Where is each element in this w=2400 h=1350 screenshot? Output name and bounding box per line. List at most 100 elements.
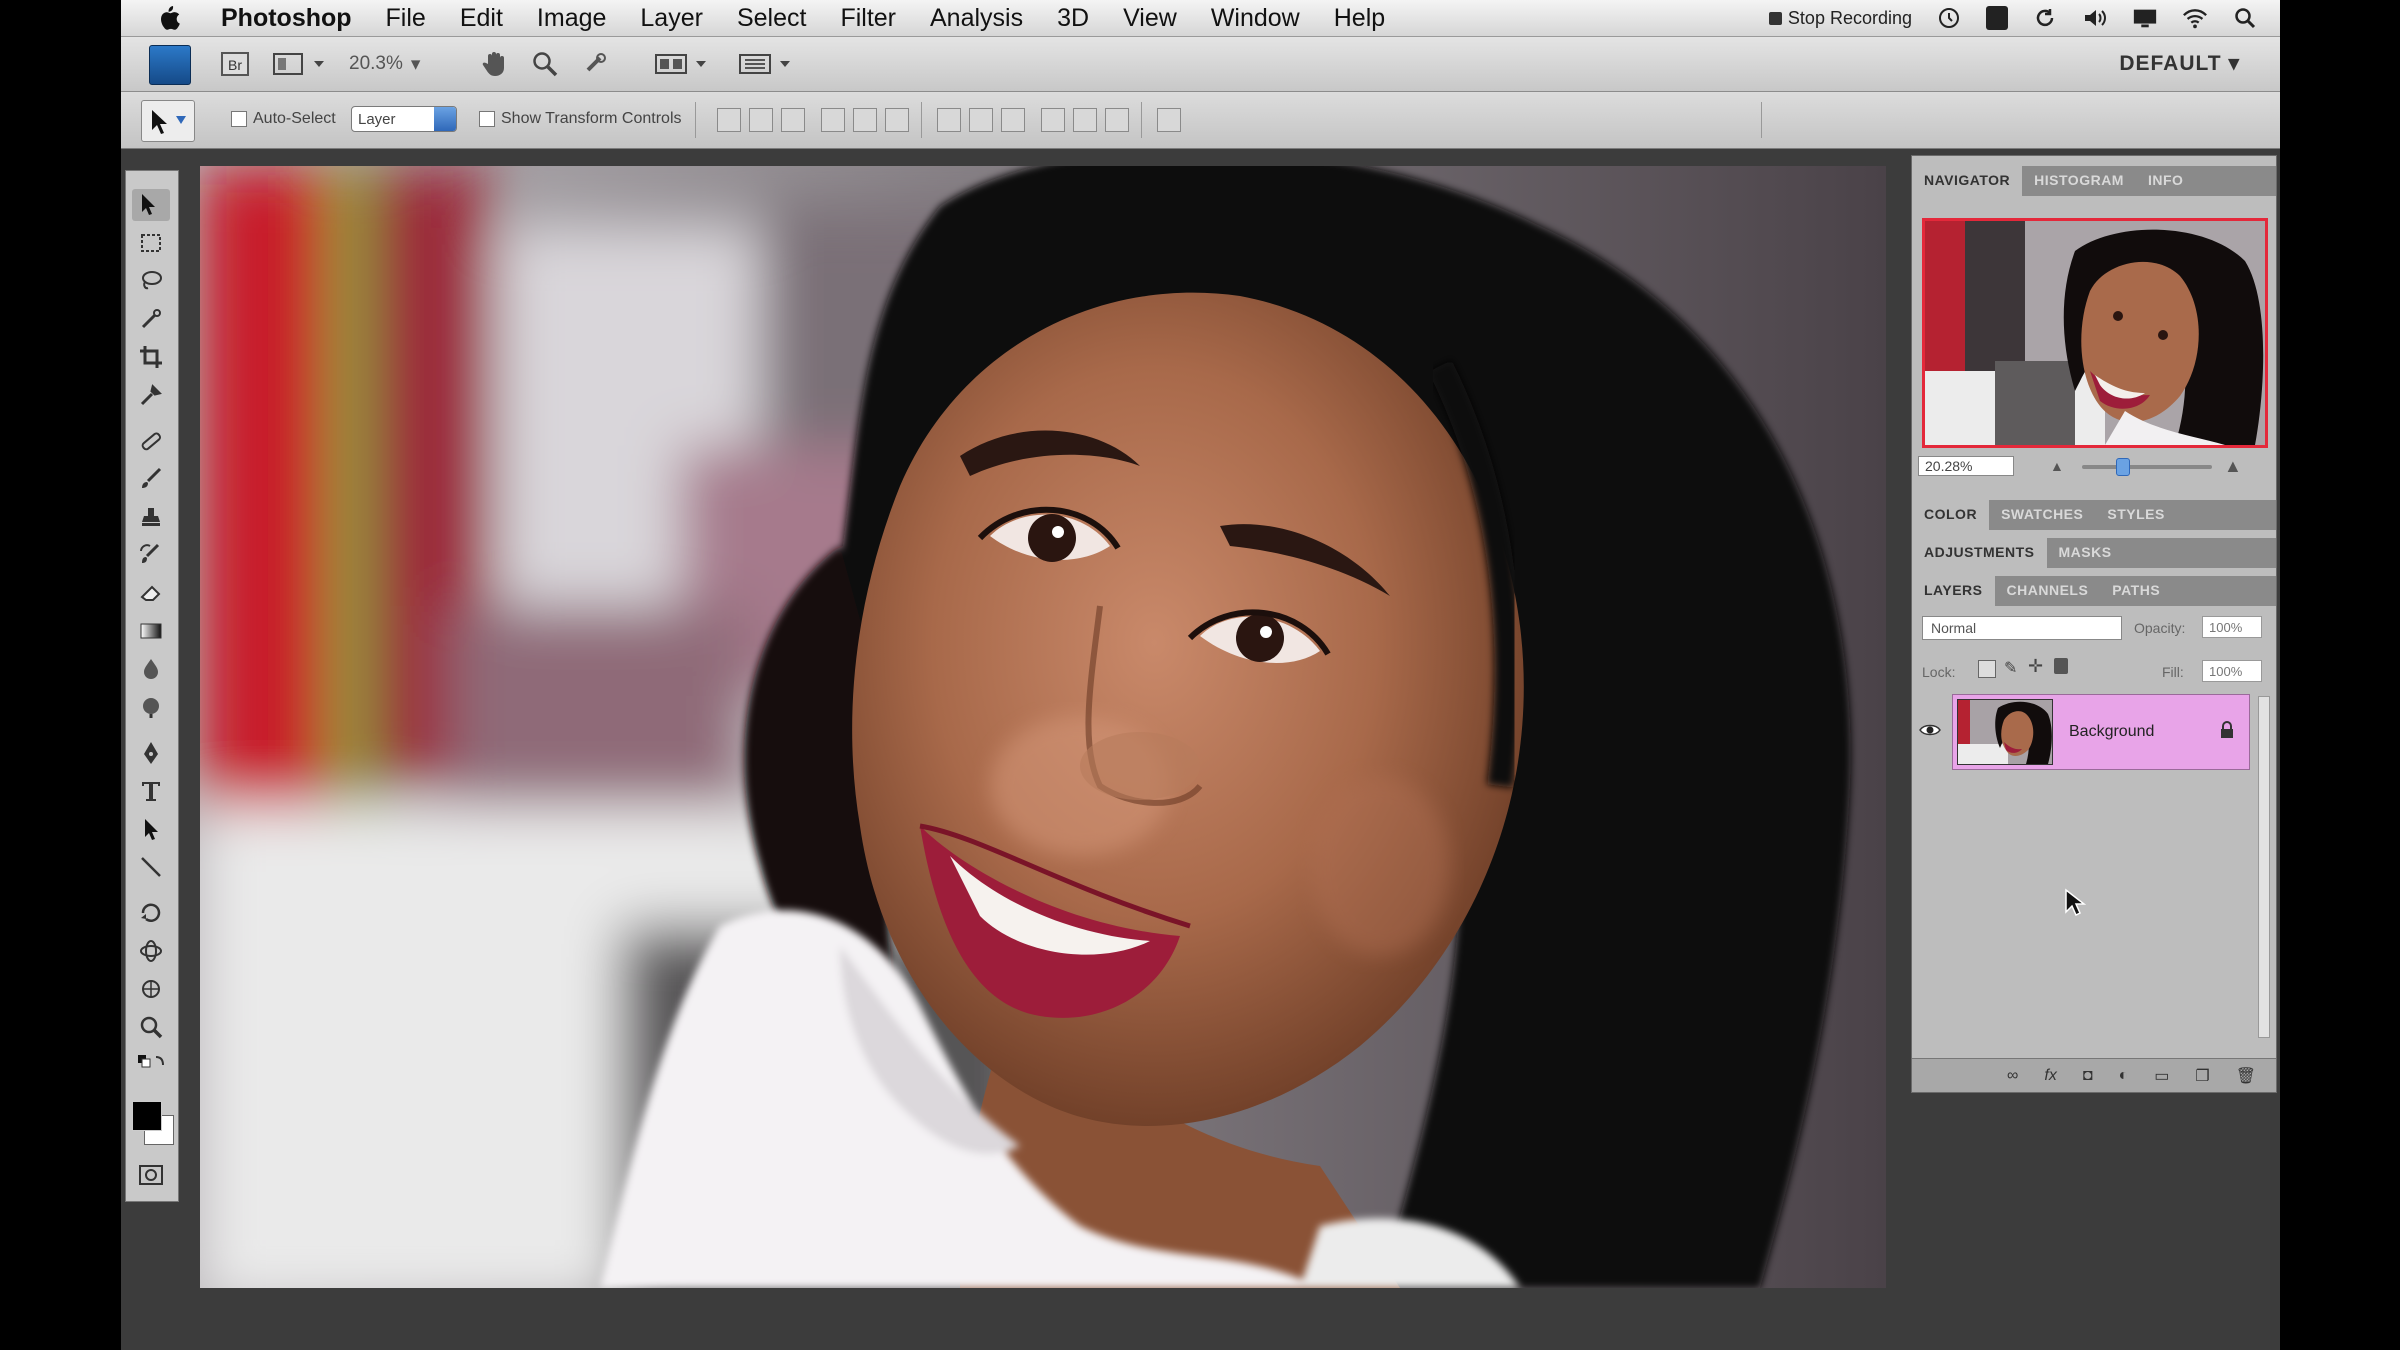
tab-layers[interactable]: LAYERS [1912, 576, 1995, 606]
stop-recording-button[interactable]: Stop Recording [1768, 8, 1912, 29]
tab-styles[interactable]: STYLES [2095, 500, 2176, 530]
workspace-switcher[interactable]: DEFAULT ▾ [2119, 51, 2240, 76]
tab-navigator[interactable]: NAVIGATOR [1912, 166, 2023, 196]
menu-3d[interactable]: 3D [1040, 4, 1106, 33]
path-selection-tool-icon[interactable] [132, 813, 170, 845]
auto-select-checkbox[interactable]: Auto-Select [231, 110, 336, 128]
hand-tool-icon[interactable] [479, 49, 511, 79]
navigator-zoom-field[interactable]: 20.28% [1918, 456, 2014, 476]
new-adjustment-layer-icon[interactable]: ◐ [2119, 1067, 2129, 1085]
tab-histogram[interactable]: HISTOGRAM [2022, 166, 2136, 196]
add-mask-icon[interactable]: ◘ [2083, 1067, 2093, 1085]
zoom-tool-icon[interactable] [529, 49, 561, 79]
lock-all-icon[interactable] [2054, 658, 2068, 674]
3d-rotate-tool-icon[interactable] [132, 897, 170, 929]
menu-file[interactable]: File [369, 4, 443, 33]
distribute-top-icon[interactable] [937, 108, 961, 132]
opacity-field[interactable]: 100% [2202, 616, 2262, 638]
spot-healing-brush-icon[interactable] [132, 425, 170, 457]
layer-visibility-eye-icon[interactable] [1918, 718, 1942, 742]
zoom-tool-icon[interactable] [132, 1011, 170, 1043]
document-canvas[interactable] [200, 166, 1886, 1288]
time-machine-icon[interactable] [1936, 5, 1962, 31]
quick-selection-tool-icon[interactable] [132, 303, 170, 335]
delete-layer-icon[interactable]: 🗑︎ [2236, 1066, 2256, 1086]
move-tool-icon[interactable] [132, 189, 170, 221]
tab-adjustments[interactable]: ADJUSTMENTS [1912, 538, 2047, 568]
brush-tool-icon[interactable] [132, 463, 170, 495]
distribute-left-icon[interactable] [1041, 108, 1065, 132]
link-layers-icon[interactable]: ∞ [2007, 1067, 2018, 1085]
pen-tool-icon[interactable] [132, 737, 170, 769]
3d-orbit-tool-icon[interactable] [132, 935, 170, 967]
lasso-tool-icon[interactable] [132, 265, 170, 297]
tab-paths[interactable]: PATHS [2100, 576, 2172, 606]
tab-color[interactable]: COLOR [1912, 500, 1990, 530]
lock-transparent-icon[interactable] [1978, 660, 1996, 678]
distribute-right-icon[interactable] [1105, 108, 1129, 132]
zoom-in-icon[interactable]: ▲ [2224, 456, 2242, 477]
auto-align-layers-icon[interactable] [1157, 108, 1181, 132]
new-layer-icon[interactable]: ❐ [2195, 1066, 2209, 1086]
history-brush-tool-icon[interactable] [132, 539, 170, 571]
tool-preset-picker[interactable] [141, 100, 195, 142]
foreground-color-swatch[interactable] [132, 1101, 162, 1131]
layer-row-background[interactable]: Background [1952, 694, 2250, 770]
menu-photoshop[interactable]: Photoshop [213, 4, 369, 33]
align-top-edges-icon[interactable] [717, 108, 741, 132]
eraser-tool-icon[interactable] [132, 577, 170, 609]
align-left-edges-icon[interactable] [821, 108, 845, 132]
blur-tool-icon[interactable] [132, 653, 170, 685]
distribute-hcenter-icon[interactable] [1073, 108, 1097, 132]
menu-view[interactable]: View [1106, 4, 1194, 33]
menu-filter[interactable]: Filter [823, 4, 913, 33]
navigator-zoom-slider[interactable] [2082, 458, 2212, 476]
volume-icon[interactable] [2082, 5, 2108, 31]
lock-position-icon[interactable]: ✛ [2028, 656, 2043, 677]
distribute-bottom-icon[interactable] [1001, 108, 1025, 132]
new-group-icon[interactable]: ▭ [2154, 1066, 2169, 1086]
line-tool-icon[interactable] [132, 851, 170, 883]
clone-stamp-tool-icon[interactable] [132, 501, 170, 533]
marquee-tool-icon[interactable] [132, 227, 170, 259]
default-colors-icon[interactable] [132, 1051, 170, 1077]
screen-mode-menu[interactable] [735, 49, 795, 79]
lock-image-icon[interactable]: ✎ [2004, 658, 2017, 678]
menu-select[interactable]: Select [720, 4, 823, 33]
eyedropper-tool-icon[interactable] [132, 379, 170, 411]
blend-mode-dropdown[interactable]: Normal [1922, 616, 2122, 640]
gradient-tool-icon[interactable] [132, 615, 170, 647]
distribute-vcenter-icon[interactable] [969, 108, 993, 132]
type-tool-icon[interactable] [132, 775, 170, 807]
zoom-level-dropdown[interactable]: 20.3% ▾ [349, 49, 437, 79]
crop-tool-icon[interactable] [132, 341, 170, 373]
zoom-out-icon[interactable]: ▲ [2050, 458, 2064, 474]
launch-bridge-icon[interactable]: Br [217, 49, 253, 79]
quick-mask-icon[interactable] [132, 1159, 170, 1191]
align-horizontal-centers-icon[interactable] [853, 108, 877, 132]
tab-info[interactable]: INFO [2136, 166, 2195, 196]
calendar-icon[interactable] [1986, 6, 2008, 30]
align-bottom-edges-icon[interactable] [781, 108, 805, 132]
menu-analysis[interactable]: Analysis [913, 4, 1040, 33]
wifi-icon[interactable] [2182, 5, 2208, 31]
photoshop-logo-icon[interactable] [149, 45, 191, 85]
layer-name[interactable]: Background [2069, 723, 2219, 741]
arrange-documents-menu[interactable] [651, 49, 711, 79]
tab-swatches[interactable]: SWATCHES [1989, 500, 2095, 530]
align-vertical-centers-icon[interactable] [749, 108, 773, 132]
apple-icon[interactable] [151, 2, 187, 34]
spotlight-search-icon[interactable] [2232, 5, 2258, 31]
tab-channels[interactable]: CHANNELS [1995, 576, 2101, 606]
menu-help[interactable]: Help [1317, 4, 1402, 33]
auto-select-target-dropdown[interactable]: Layer [351, 106, 457, 132]
zoom-slider-knob[interactable] [2116, 458, 2130, 476]
layer-style-icon[interactable]: fx [2044, 1067, 2056, 1085]
show-transform-controls-checkbox[interactable]: Show Transform Controls [479, 110, 682, 128]
align-right-edges-icon[interactable] [885, 108, 909, 132]
layers-scrollbar[interactable] [2258, 696, 2270, 1038]
display-icon[interactable] [2132, 5, 2158, 31]
rotate-view-icon[interactable] [579, 49, 611, 79]
menu-layer[interactable]: Layer [623, 4, 720, 33]
fill-field[interactable]: 100% [2202, 660, 2262, 682]
